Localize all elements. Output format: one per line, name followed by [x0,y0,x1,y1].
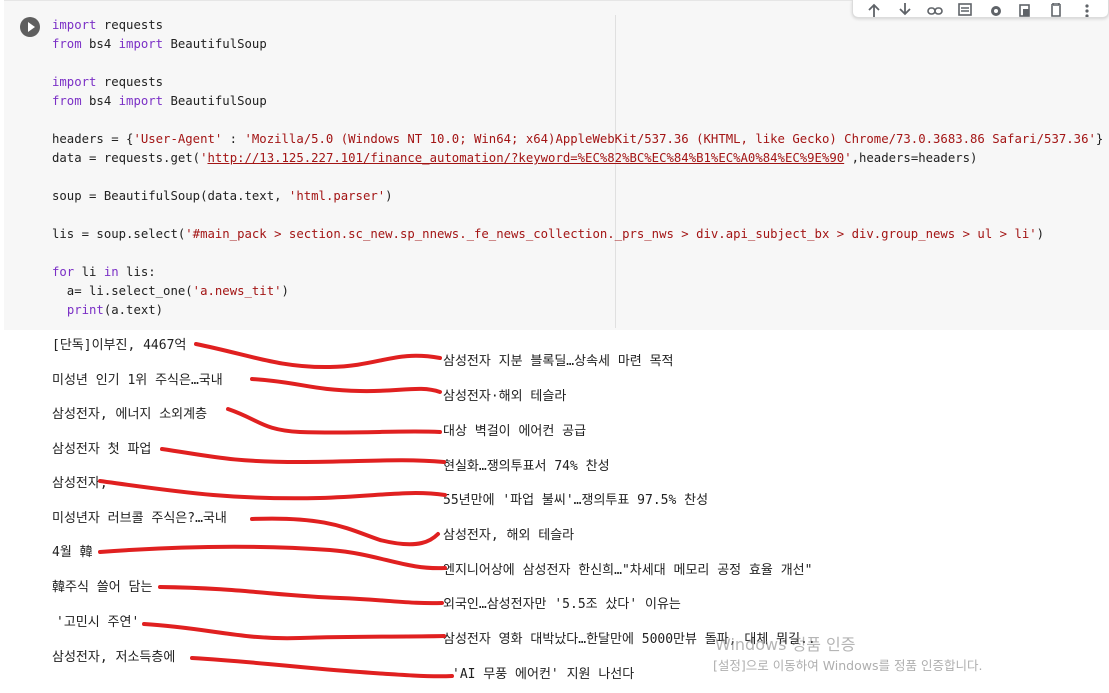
activation-watermark-subtitle: [설정]으로 이동하여 Windows를 정품 인증합니다. [713,658,983,673]
annotation-lines [98,342,454,679]
activation-watermark-title: Windows 정품 인증 [715,635,856,654]
red-annotation-strokes [98,342,454,679]
